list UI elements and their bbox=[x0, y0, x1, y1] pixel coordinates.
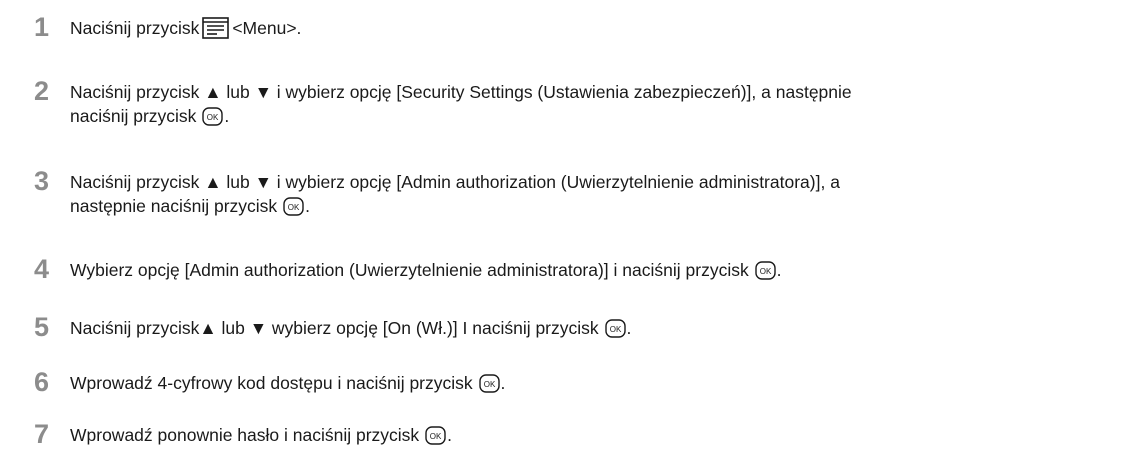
step-text: Naciśnij przycisk <Menu>. bbox=[70, 16, 1070, 40]
instruction-steps: 1 Naciśnij przycisk <Menu>. 2 Naciśnij p… bbox=[0, 0, 1138, 452]
ok-icon-label: OK bbox=[483, 380, 495, 389]
step-text: Wprowadź 4-cyfrowy kod dostępu i naciśni… bbox=[70, 371, 1070, 395]
step-text-part: następnie naciśnij przycisk bbox=[70, 196, 278, 216]
step-number: 4 bbox=[34, 254, 50, 284]
step-text-part: . bbox=[305, 196, 310, 216]
ok-icon-label: OK bbox=[430, 432, 442, 441]
step-text-part: . bbox=[500, 373, 506, 393]
ok-icon-label: OK bbox=[288, 203, 300, 212]
ok-icon-label: OK bbox=[609, 325, 621, 334]
ok-icon: OK bbox=[754, 261, 776, 280]
step-text-part: . bbox=[224, 106, 230, 126]
step-text-part: Wprowadź ponownie hasło i naciśnij przyc… bbox=[70, 425, 420, 445]
ok-icon: OK bbox=[604, 319, 626, 338]
step-text-part: Naciśnij przycisk ▲ lub ▼ i wybierz opcj… bbox=[70, 82, 852, 102]
step-text: Naciśnij przycisk ▲ lub ▼ i wybierz opcj… bbox=[70, 170, 1070, 218]
step-text: Wprowadź ponownie hasło i naciśnij przyc… bbox=[70, 423, 1070, 447]
ok-icon: OK bbox=[425, 426, 446, 445]
step-number: 1 bbox=[34, 12, 50, 42]
step-text-part: Wybierz opcję [Admin authorization (Uwie… bbox=[70, 260, 749, 280]
step-text-part: Wprowadź 4-cyfrowy kod dostępu i naciśni… bbox=[70, 373, 473, 393]
ok-icon-label: OK bbox=[759, 267, 771, 276]
step-text-part: naciśnij przycisk bbox=[70, 106, 197, 126]
step-text-part: . bbox=[447, 425, 452, 445]
ok-icon: OK bbox=[283, 197, 304, 216]
menu-icon bbox=[202, 17, 230, 39]
step-number: 3 bbox=[34, 166, 50, 196]
step-text-part: . bbox=[776, 260, 782, 280]
step-text-part: . bbox=[626, 318, 632, 338]
ok-icon: OK bbox=[202, 107, 224, 126]
step-text-part: Naciśnij przycisk▲ lub ▼ wybierz opcję [… bbox=[70, 318, 599, 338]
step-number: 2 bbox=[34, 76, 50, 106]
ok-icon-label: OK bbox=[207, 113, 219, 122]
step-number: 5 bbox=[34, 312, 50, 342]
step-number: 7 bbox=[34, 419, 50, 449]
step-text: Naciśnij przycisk ▲ lub ▼ i wybierz opcj… bbox=[70, 80, 1070, 128]
step-text-part: Naciśnij przycisk bbox=[70, 18, 200, 38]
step-text: Naciśnij przycisk▲ lub ▼ wybierz opcję [… bbox=[70, 316, 1070, 340]
step-text: Wybierz opcję [Admin authorization (Uwie… bbox=[70, 258, 1070, 282]
ok-icon: OK bbox=[478, 374, 500, 393]
step-text-part: <Menu>. bbox=[232, 18, 302, 38]
step-number: 6 bbox=[34, 367, 50, 397]
step-text-part: Naciśnij przycisk ▲ lub ▼ i wybierz opcj… bbox=[70, 172, 840, 192]
